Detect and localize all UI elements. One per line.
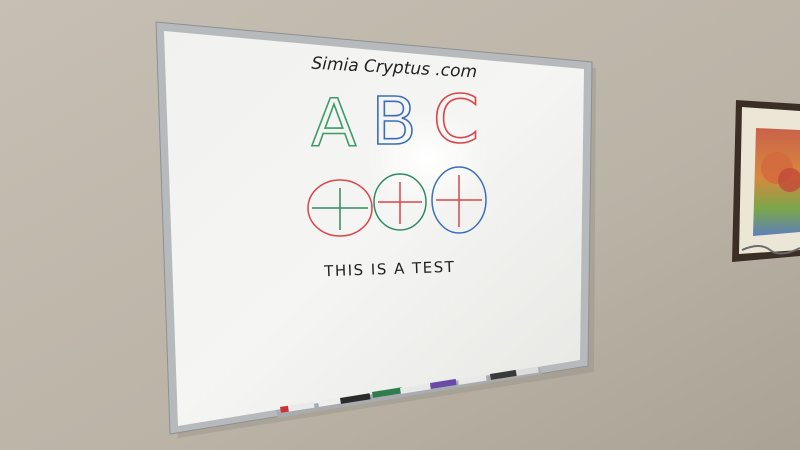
letter-a: A bbox=[311, 85, 356, 162]
letter-c: C bbox=[433, 81, 479, 158]
framed-painting bbox=[732, 100, 800, 262]
letters-group: A B C bbox=[311, 80, 480, 163]
letter-b: B bbox=[371, 83, 416, 160]
photo-scene: Simia Cryptus .com A B C THIS IS A TEST bbox=[0, 0, 800, 450]
marker-red[interactable] bbox=[280, 405, 289, 413]
